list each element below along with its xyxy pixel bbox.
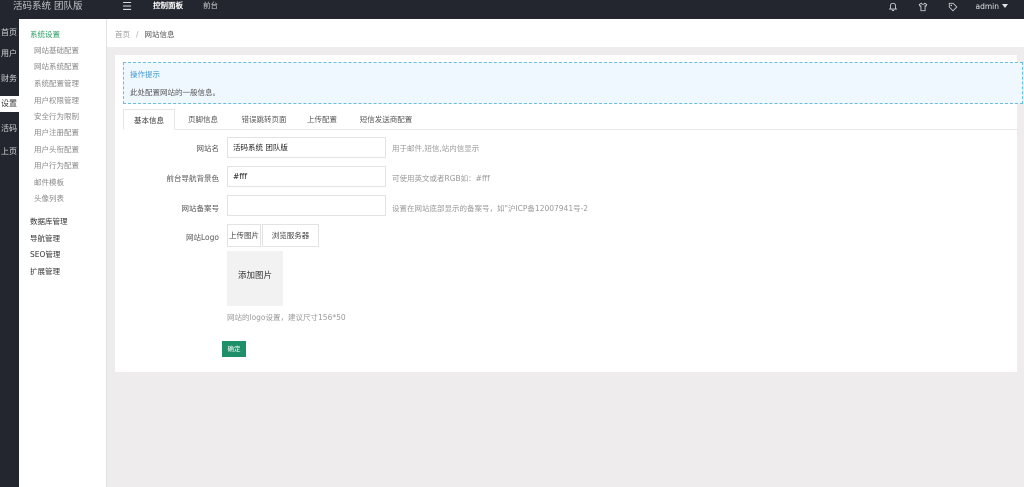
subnav-item[interactable]: 用户权限管理 bbox=[34, 95, 79, 106]
logo-hint: 网站的logo设置，建议尺寸156*50 bbox=[227, 313, 346, 322]
subnav-item[interactable]: 用户注册配置 bbox=[34, 127, 79, 138]
chevron-down-icon bbox=[1002, 4, 1008, 8]
icp-label: 网站备案号 bbox=[181, 204, 220, 213]
site-name-help: 用于邮件,短信,站内信显示 bbox=[392, 144, 480, 153]
tip-title: 操作提示 bbox=[130, 70, 160, 79]
admin-menu[interactable]: admin bbox=[968, 0, 1024, 14]
tag-icon[interactable] bbox=[938, 0, 968, 14]
site-name-label: 网站名 bbox=[196, 144, 220, 153]
bell-icon[interactable] bbox=[878, 0, 908, 14]
sub-sidebar: 系统设置 网站基础配置 网站系统配置 系统配置管理 用户权限管理 安全行为限制 … bbox=[19, 19, 107, 487]
rail-item-home[interactable]: 首页 bbox=[0, 25, 19, 41]
subnav-group-navigation[interactable]: 导航管理 bbox=[30, 233, 60, 244]
content-panel: 操作提示 此处配置网站的一般信息。 基本信息 页脚信息 错误跳转页面 上传配置 … bbox=[115, 55, 1023, 372]
top-bar: 活码系统 团队版 ☰ 控制面板 前台 admin bbox=[0, 0, 1024, 19]
top-right: admin bbox=[878, 0, 1024, 19]
app-logo: 活码系统 团队版 bbox=[0, 0, 107, 19]
subnav-group-database[interactable]: 数据库管理 bbox=[30, 216, 68, 227]
breadcrumb-bar: 首页 / 网站信息 bbox=[107, 19, 1024, 47]
rail-item-finance[interactable]: 财务 bbox=[0, 71, 19, 87]
tab-footer-info[interactable]: 页脚信息 bbox=[181, 109, 225, 130]
browse-server-button[interactable]: 浏览服务器 bbox=[262, 224, 319, 247]
breadcrumb-home[interactable]: 首页 bbox=[115, 30, 130, 39]
tab-basic-info[interactable]: 基本信息 bbox=[123, 109, 175, 130]
top-nav-dashboard[interactable]: 控制面板 bbox=[153, 0, 183, 19]
icp-help: 设置在网站底部显示的备案号，如"沪ICP备12007941号-2 bbox=[392, 204, 589, 213]
tip-description: 此处配置网站的一般信息。 bbox=[130, 88, 220, 97]
icp-input[interactable] bbox=[227, 195, 386, 216]
subnav-item[interactable]: 网站基础配置 bbox=[34, 45, 79, 56]
top-nav: 控制面板 前台 bbox=[153, 0, 238, 19]
tab-sms-provider[interactable]: 短信发送商配置 bbox=[351, 109, 421, 130]
nav-bg-help: 可使用英文或者RGB如：#fff bbox=[392, 174, 490, 183]
shirt-icon[interactable] bbox=[908, 0, 938, 14]
breadcrumb-separator: / bbox=[136, 30, 139, 39]
nav-bg-input[interactable] bbox=[227, 166, 386, 187]
menu-toggle-icon[interactable]: ☰ bbox=[120, 1, 134, 15]
breadcrumb-current: 网站信息 bbox=[144, 30, 175, 39]
add-image-placeholder[interactable]: 添加图片 bbox=[227, 251, 283, 306]
rail-item-livecode[interactable]: 活码 bbox=[0, 121, 19, 137]
subnav-item[interactable]: 网站系统配置 bbox=[34, 61, 79, 72]
subnav-item[interactable]: 用户行为配置 bbox=[34, 160, 79, 171]
rail-item-settings[interactable]: 设置 bbox=[0, 96, 19, 112]
breadcrumb: 首页 / 网站信息 bbox=[115, 29, 175, 40]
operation-tip: 操作提示 此处配置网站的一般信息。 bbox=[123, 62, 1023, 104]
tab-error-redirect[interactable]: 错误跳转页面 bbox=[231, 109, 297, 130]
upload-image-button[interactable]: 上传图片 bbox=[227, 224, 261, 247]
subnav-item[interactable]: 邮件模板 bbox=[34, 177, 64, 188]
subnav-item[interactable]: 头像列表 bbox=[34, 193, 64, 204]
logo-label: 网站Logo bbox=[186, 233, 219, 242]
tab-upload-config[interactable]: 上传配置 bbox=[301, 109, 343, 130]
main-rail: 首页 用户 财务 设置 活码 上页 bbox=[0, 19, 19, 487]
subnav-group-extensions[interactable]: 扩展管理 bbox=[30, 266, 60, 277]
site-name-input[interactable] bbox=[227, 137, 386, 158]
subnav-item[interactable]: 用户头衔配置 bbox=[34, 144, 79, 155]
top-nav-frontend[interactable]: 前台 bbox=[203, 0, 218, 19]
admin-name: admin bbox=[975, 2, 1000, 11]
subnav-system-settings[interactable]: 系统设置 bbox=[30, 29, 60, 40]
subnav-item[interactable]: 安全行为限制 bbox=[34, 111, 79, 122]
tab-bar: 基本信息 页脚信息 错误跳转页面 上传配置 短信发送商配置 bbox=[123, 109, 1017, 130]
nav-bg-label: 前台导航背景色 bbox=[166, 174, 220, 183]
submit-button[interactable]: 确定 bbox=[222, 341, 246, 357]
subnav-group-seo[interactable]: SEO管理 bbox=[30, 249, 60, 260]
rail-item-pages[interactable]: 上页 bbox=[0, 144, 19, 160]
rail-item-users[interactable]: 用户 bbox=[0, 46, 19, 62]
subnav-item[interactable]: 系统配置管理 bbox=[34, 78, 79, 89]
